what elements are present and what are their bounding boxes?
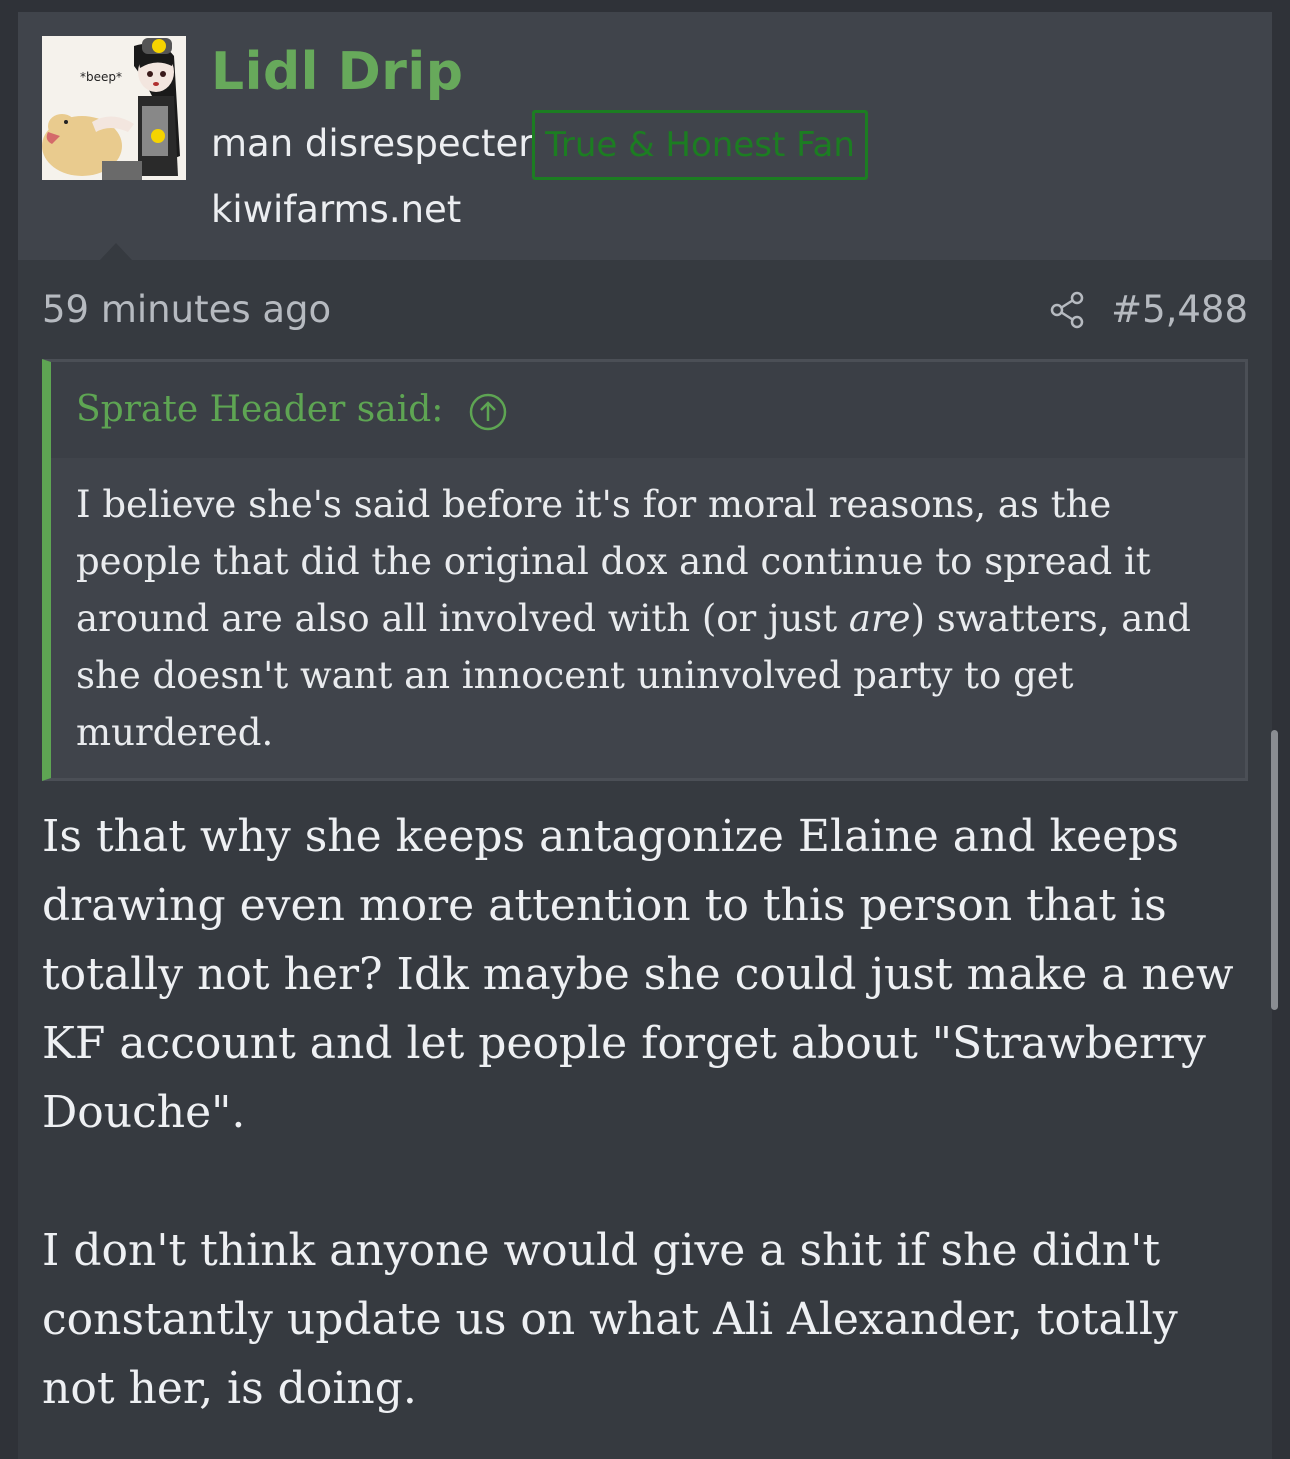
forum-post: *beep* Lidl Drip man disrespecter True &… bbox=[18, 12, 1272, 1459]
quote-text: I believe she's said before it's for mor… bbox=[76, 476, 1226, 761]
user-site: kiwifarms.net bbox=[211, 188, 462, 231]
post-body: Is that why she keeps antagonize Elaine … bbox=[42, 802, 1242, 1423]
avatar-illustration bbox=[42, 36, 186, 180]
user-badge: True & Honest Fan bbox=[532, 110, 868, 180]
avatar-caption: *beep* bbox=[80, 70, 122, 84]
username[interactable]: Lidl Drip bbox=[211, 42, 463, 102]
post-timestamp[interactable]: 59 minutes ago bbox=[42, 288, 331, 331]
quote-block: Sprate Header said: I believe she's said… bbox=[42, 359, 1248, 781]
quote-text-italic: are bbox=[848, 597, 911, 640]
body-paragraph: Is that why she keeps antagonize Elaine … bbox=[42, 811, 1234, 1138]
user-avatar[interactable]: *beep* bbox=[42, 36, 186, 180]
user-header: *beep* Lidl Drip man disrespecter True &… bbox=[18, 12, 1272, 260]
user-title: man disrespecter bbox=[211, 122, 534, 165]
arrow-up-circle-icon[interactable] bbox=[468, 392, 508, 432]
quote-header: Sprate Header said: bbox=[51, 362, 1245, 458]
body-paragraph: I don't think anyone would give a shit i… bbox=[42, 1225, 1178, 1414]
share-icon[interactable] bbox=[1048, 290, 1088, 330]
post-number[interactable]: #5,488 bbox=[1111, 288, 1248, 331]
quote-author[interactable]: Sprate Header said: bbox=[76, 389, 443, 430]
scrollbar[interactable] bbox=[1271, 730, 1278, 1010]
header-notch bbox=[100, 243, 132, 260]
